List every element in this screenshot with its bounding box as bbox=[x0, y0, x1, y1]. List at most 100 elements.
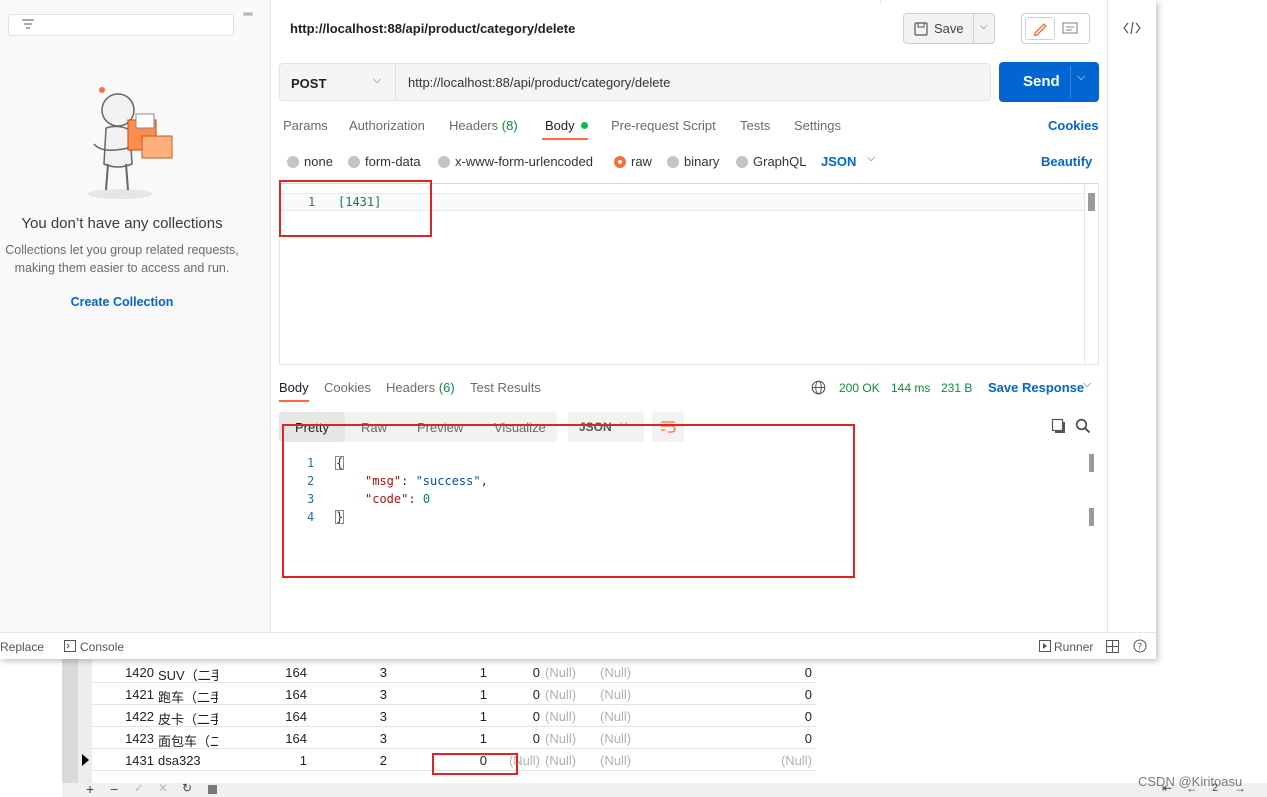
cell-level[interactable]: 3 bbox=[312, 665, 387, 680]
cell-count[interactable]: 0 bbox=[712, 709, 812, 724]
radio-none[interactable] bbox=[287, 156, 299, 168]
cell-level[interactable]: 3 bbox=[312, 731, 387, 746]
help-icon[interactable]: ? bbox=[1133, 639, 1147, 656]
url-input[interactable]: http://localhost:88/api/product/category… bbox=[408, 75, 670, 90]
tab-tests[interactable]: Tests bbox=[740, 118, 770, 133]
tab-authorization[interactable]: Authorization bbox=[349, 118, 425, 133]
cell-sort[interactable]: 0 bbox=[492, 665, 540, 680]
body-format-select[interactable]: JSON bbox=[821, 154, 856, 169]
create-collection-link[interactable]: Create Collection bbox=[0, 295, 244, 309]
cell-level[interactable]: 3 bbox=[312, 687, 387, 702]
radio-raw[interactable] bbox=[614, 156, 626, 168]
save-button[interactable]: Save bbox=[934, 21, 964, 36]
tab-headers[interactable]: Headers (8) bbox=[449, 118, 518, 133]
cell-name[interactable]: 跑车（二手 bbox=[158, 687, 218, 706]
cell-id[interactable]: 1421 bbox=[94, 687, 154, 702]
response-time[interactable]: 144 ms bbox=[891, 381, 930, 395]
request-title[interactable]: http://localhost:88/api/product/category… bbox=[290, 21, 575, 36]
radio-urlencoded-label[interactable]: x-www-form-urlencoded bbox=[455, 154, 593, 169]
response-scrollbar[interactable] bbox=[1089, 454, 1095, 624]
response-tab-body[interactable]: Body bbox=[279, 380, 309, 395]
runner-icon[interactable] bbox=[1039, 640, 1051, 655]
console-icon[interactable] bbox=[64, 640, 76, 655]
cell-parent[interactable]: 164 bbox=[222, 731, 307, 746]
view-preview[interactable]: Preview bbox=[417, 420, 463, 435]
radio-graphql[interactable] bbox=[736, 156, 748, 168]
globe-icon[interactable] bbox=[811, 380, 826, 398]
apply-icon[interactable]: ✓ bbox=[134, 781, 144, 795]
cell-unit[interactable]: (Null) bbox=[600, 687, 631, 702]
filter-icon[interactable] bbox=[21, 17, 35, 34]
send-button[interactable]: Send bbox=[1023, 73, 1060, 90]
sidebar-menu-icon[interactable]: °°° bbox=[243, 12, 253, 23]
comment-icon[interactable] bbox=[1062, 22, 1078, 39]
radio-form-data-label[interactable]: form-data bbox=[365, 154, 421, 169]
radio-form-data[interactable] bbox=[348, 156, 360, 168]
cell-icon[interactable]: (Null) bbox=[545, 709, 576, 724]
cell-name[interactable]: SUV（二手 bbox=[158, 665, 218, 684]
tab-body[interactable]: Body bbox=[545, 118, 589, 133]
cell-show[interactable]: 1 bbox=[392, 709, 487, 724]
table-row-selected[interactable]: 1431 dsa323 1 2 0 (Null) (Null) (Null) (… bbox=[92, 749, 816, 771]
cell-sort[interactable]: 0 bbox=[492, 731, 540, 746]
wrap-toggle[interactable] bbox=[652, 412, 684, 442]
request-body-code[interactable]: [1431] bbox=[338, 195, 381, 209]
cell-show[interactable]: 1 bbox=[392, 665, 487, 680]
radio-binary[interactable] bbox=[667, 156, 679, 168]
cell-parent[interactable]: 164 bbox=[222, 709, 307, 724]
cell-icon[interactable]: (Null) bbox=[545, 665, 576, 680]
radio-none-label[interactable]: none bbox=[304, 154, 333, 169]
discard-icon[interactable]: ✕ bbox=[158, 781, 168, 795]
tab-prerequest-script[interactable]: Pre-request Script bbox=[611, 118, 716, 133]
sidebar-search-input[interactable] bbox=[8, 14, 234, 36]
cell-icon[interactable]: (Null) bbox=[545, 731, 576, 746]
scrollbar-thumb[interactable] bbox=[1089, 454, 1094, 472]
response-size[interactable]: 231 B bbox=[941, 381, 972, 395]
cell-parent[interactable]: 164 bbox=[222, 665, 307, 680]
save-dropdown-icon[interactable]: ⌵ bbox=[980, 21, 988, 32]
tab-settings[interactable]: Settings bbox=[794, 118, 841, 133]
stop-icon[interactable] bbox=[208, 785, 217, 794]
response-body-viewer[interactable]: 1 { 2 "msg": "success", 3 "code": 0 4 } bbox=[279, 450, 1099, 628]
view-visualize[interactable]: Visualize bbox=[494, 420, 546, 435]
cell-id[interactable]: 1423 bbox=[94, 731, 154, 746]
cell-name[interactable]: 皮卡（二手 bbox=[158, 709, 218, 728]
cell-id[interactable]: 1422 bbox=[94, 709, 154, 724]
scrollbar-thumb[interactable] bbox=[1089, 508, 1094, 526]
tab-params[interactable]: Params bbox=[283, 118, 328, 133]
view-raw[interactable]: Raw bbox=[361, 420, 387, 435]
response-format-select[interactable]: JSON ⌵ bbox=[568, 412, 644, 442]
response-tab-cookies[interactable]: Cookies bbox=[324, 380, 371, 395]
table-row[interactable]: 1420 SUV（二手 164 3 1 0 (Null) (Null) 0 bbox=[92, 661, 816, 683]
editor-scrollbar[interactable] bbox=[1084, 184, 1098, 364]
send-dropdown-icon[interactable]: ⌵ bbox=[1077, 71, 1085, 84]
delete-record-icon[interactable]: − bbox=[110, 781, 118, 797]
table-row[interactable]: 1423 面包车（二 164 3 1 0 (Null) (Null) 0 bbox=[92, 727, 816, 749]
code-icon[interactable] bbox=[1123, 20, 1141, 39]
cell-unit[interactable]: (Null) bbox=[600, 709, 631, 724]
refresh-icon[interactable]: ↻ bbox=[182, 781, 192, 795]
cell-name[interactable]: 面包车（二 bbox=[158, 731, 218, 750]
method-dropdown-icon[interactable]: ⌵ bbox=[373, 74, 381, 87]
cell-level[interactable]: 2 bbox=[312, 753, 387, 768]
cell-level[interactable]: 3 bbox=[312, 709, 387, 724]
edit-icon[interactable] bbox=[1025, 17, 1055, 40]
table-row[interactable]: 1421 跑车（二手 164 3 1 0 (Null) (Null) 0 bbox=[92, 683, 816, 705]
cell-unit[interactable]: (Null) bbox=[600, 665, 631, 680]
find-replace-button[interactable]: Replace bbox=[0, 640, 44, 654]
cell-parent[interactable]: 1 bbox=[222, 753, 307, 768]
cell-count[interactable]: (Null) bbox=[712, 753, 812, 768]
radio-raw-label[interactable]: raw bbox=[631, 154, 652, 169]
save-response-button[interactable]: Save Response bbox=[988, 380, 1084, 395]
method-select[interactable]: POST bbox=[291, 76, 326, 91]
cell-show[interactable]: 1 bbox=[392, 687, 487, 702]
cell-parent[interactable]: 164 bbox=[222, 687, 307, 702]
cell-count[interactable]: 0 bbox=[712, 665, 812, 680]
response-tab-test-results[interactable]: Test Results bbox=[470, 380, 541, 395]
cell-unit[interactable]: (Null) bbox=[600, 731, 631, 746]
layout-icon[interactable] bbox=[1106, 640, 1119, 656]
scrollbar-thumb[interactable] bbox=[1088, 193, 1095, 211]
request-body-editor[interactable]: 1 [1431] bbox=[279, 183, 1099, 365]
cell-id[interactable]: 1420 bbox=[94, 665, 154, 680]
beautify-button[interactable]: Beautify bbox=[1041, 154, 1092, 169]
